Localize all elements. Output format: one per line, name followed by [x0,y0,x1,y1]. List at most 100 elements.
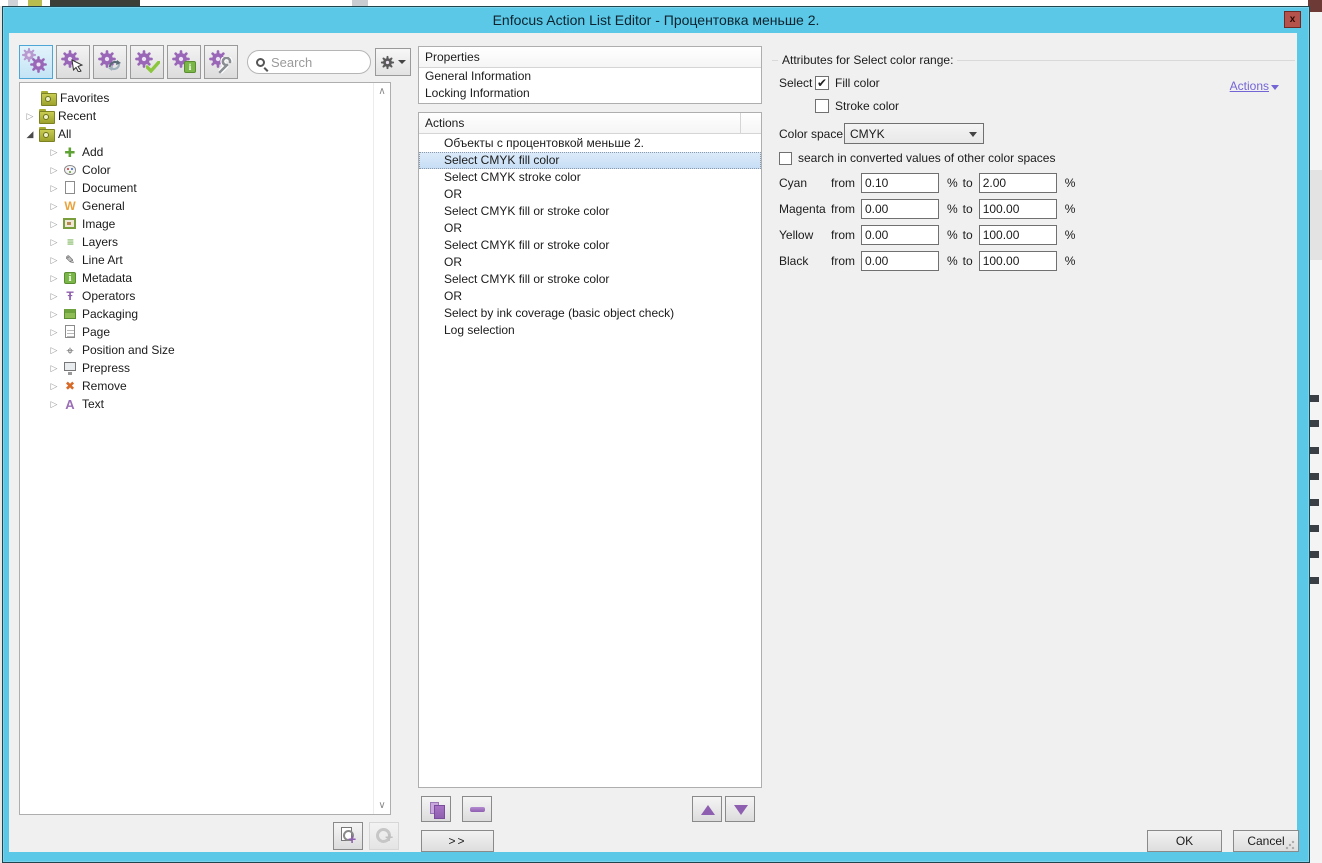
close-button[interactable]: x [1284,11,1301,28]
tree-item-operators[interactable]: ▷ Ŧ Operators [20,287,175,305]
check-icon [146,61,160,73]
move-down-button[interactable] [725,796,755,822]
black-range-row: Black from % to % [779,251,1080,271]
cyan-to-input[interactable] [978,173,1057,193]
action-row[interactable]: Объекты с процентовкой меньше 2. [419,135,761,152]
action-row[interactable]: Select CMYK fill or stroke color [419,237,761,254]
tree-item-color[interactable]: ▷ Color [20,161,175,179]
expander-collapsed-icon[interactable]: ▷ [48,255,60,266]
fix-actions-button[interactable] [204,45,238,79]
tree-item-general[interactable]: ▷ W General [20,197,175,215]
tree-item-image[interactable]: ▷ Image [20,215,175,233]
palette-icon [62,163,78,177]
expander-collapsed-icon[interactable]: ▷ [48,291,60,302]
select-actions-button[interactable] [56,45,90,79]
magenta-to-input[interactable] [978,199,1057,219]
yellow-label: Yellow [779,228,814,242]
action-row[interactable]: Select CMYK fill or stroke color [419,203,761,220]
expander-collapsed-icon[interactable]: ▷ [48,183,60,194]
tree-item-page[interactable]: ▷ Page [20,323,175,341]
remove-x-icon: ✖ [64,379,76,393]
action-row[interactable]: Select CMYK fill or stroke color [419,271,761,288]
yellow-to-input[interactable] [978,225,1057,245]
attributes-panel: Attributes for Select color range: Actio… [772,43,1297,815]
inform-actions-button[interactable]: i [167,45,201,79]
new-group-button-disabled[interactable] [369,822,399,850]
all-actions-button[interactable] [19,45,53,79]
tree-item-favorites[interactable]: Favorites [20,89,175,107]
search-box [247,50,371,74]
expander-collapsed-icon[interactable]: ▷ [48,381,60,392]
duplicate-action-button[interactable] [421,796,451,822]
expand-panel-button[interactable]: >> [421,830,494,852]
expander-collapsed-icon[interactable]: ▷ [48,309,60,320]
action-row-selected[interactable]: Select CMYK fill color [419,152,761,169]
tree-item-text[interactable]: ▷ A Text [20,395,175,413]
tree-item-all[interactable]: ◢ All [20,125,175,143]
black-to-input[interactable] [978,251,1057,271]
action-row[interactable]: OR [419,288,761,305]
ok-button[interactable]: OK [1147,830,1222,852]
expander-collapsed-icon[interactable]: ▷ [24,111,36,122]
window-title: Enfocus Action List Editor - Процентовка… [492,12,820,28]
yellow-from-input[interactable] [861,225,939,245]
expander-collapsed-icon[interactable]: ▷ [48,399,60,410]
action-row[interactable]: OR [419,254,761,271]
color-space-label: Color space [779,126,844,141]
expander-collapsed-icon[interactable]: ▷ [48,201,60,212]
cyan-from-input[interactable] [861,173,939,193]
expander-expanded-icon[interactable]: ◢ [24,129,36,140]
expander-collapsed-icon[interactable]: ▷ [48,147,60,158]
tree-item-add[interactable]: ▷ ✚ Add [20,143,175,161]
search-converted-checkbox[interactable]: ✔ [779,151,792,165]
tree-item-layers[interactable]: ▷ ≡ Layers [20,233,175,251]
tree-item-packaging[interactable]: ▷ Packaging [20,305,175,323]
check-actions-button[interactable] [130,45,164,79]
action-row[interactable]: Select CMYK stroke color [419,169,761,186]
tree-scrollbar[interactable]: ∧ ∨ [373,83,390,814]
tree-item-recent[interactable]: ▷ Recent [20,107,175,125]
scroll-up-icon[interactable]: ∧ [374,83,390,100]
attributes-actions-menu[interactable]: Actions [1230,79,1279,93]
actions-list-panel: Actions Объекты с процентовкой меньше 2.… [418,112,762,788]
expander-collapsed-icon[interactable]: ▷ [48,345,60,356]
properties-row-general[interactable]: General Information [419,68,761,85]
settings-menu-button[interactable] [375,48,411,76]
tree-item-metadata[interactable]: ▷ i Metadata [20,269,175,287]
tree-item-document[interactable]: ▷ Document [20,179,175,197]
new-action-list-button[interactable] [333,822,363,850]
search-icon [256,57,265,67]
action-row[interactable]: OR [419,186,761,203]
properties-row-locking[interactable]: Locking Information [419,85,761,102]
resize-grip[interactable] [1285,840,1295,850]
fill-color-checkbox[interactable]: ✔ [815,76,829,90]
scroll-down-icon[interactable]: ∨ [374,797,390,814]
expander-collapsed-icon[interactable]: ▷ [48,327,60,338]
action-row[interactable]: Select by ink coverage (basic object che… [419,305,761,322]
titlebar[interactable]: Enfocus Action List Editor - Процентовка… [3,7,1309,33]
stroke-color-label: Stroke color [835,99,900,113]
expander-collapsed-icon[interactable]: ▷ [48,273,60,284]
tree-item-line-art[interactable]: ▷ ✎ Line Art [20,251,175,269]
action-row[interactable]: Log selection [419,322,761,339]
move-up-button[interactable] [692,796,722,822]
black-label: Black [779,254,809,268]
expander-collapsed-icon[interactable]: ▷ [48,165,60,176]
tree-item-remove[interactable]: ▷ ✖ Remove [20,377,175,395]
search-converted-row: ✔ search in converted values of other co… [779,151,1055,165]
magenta-from-input[interactable] [861,199,939,219]
tree-item-position-and-size[interactable]: ▷ ⌖ Position and Size [20,341,175,359]
expander-collapsed-icon[interactable]: ▷ [48,363,60,374]
tree-item-prepress[interactable]: ▷ Prepress [20,359,175,377]
action-row[interactable]: OR [419,220,761,237]
stroke-color-checkbox[interactable]: ✔ [815,99,829,113]
search-input[interactable] [271,54,359,70]
color-space-dropdown[interactable]: CMYK [844,123,984,144]
black-from-input[interactable] [861,251,939,271]
remove-action-button[interactable] [462,796,492,822]
expander-collapsed-icon[interactable]: ▷ [48,219,60,230]
change-actions-button[interactable] [93,45,127,79]
minus-icon [470,807,485,812]
expander-collapsed-icon[interactable]: ▷ [48,237,60,248]
add-icon: ✚ [64,144,76,160]
